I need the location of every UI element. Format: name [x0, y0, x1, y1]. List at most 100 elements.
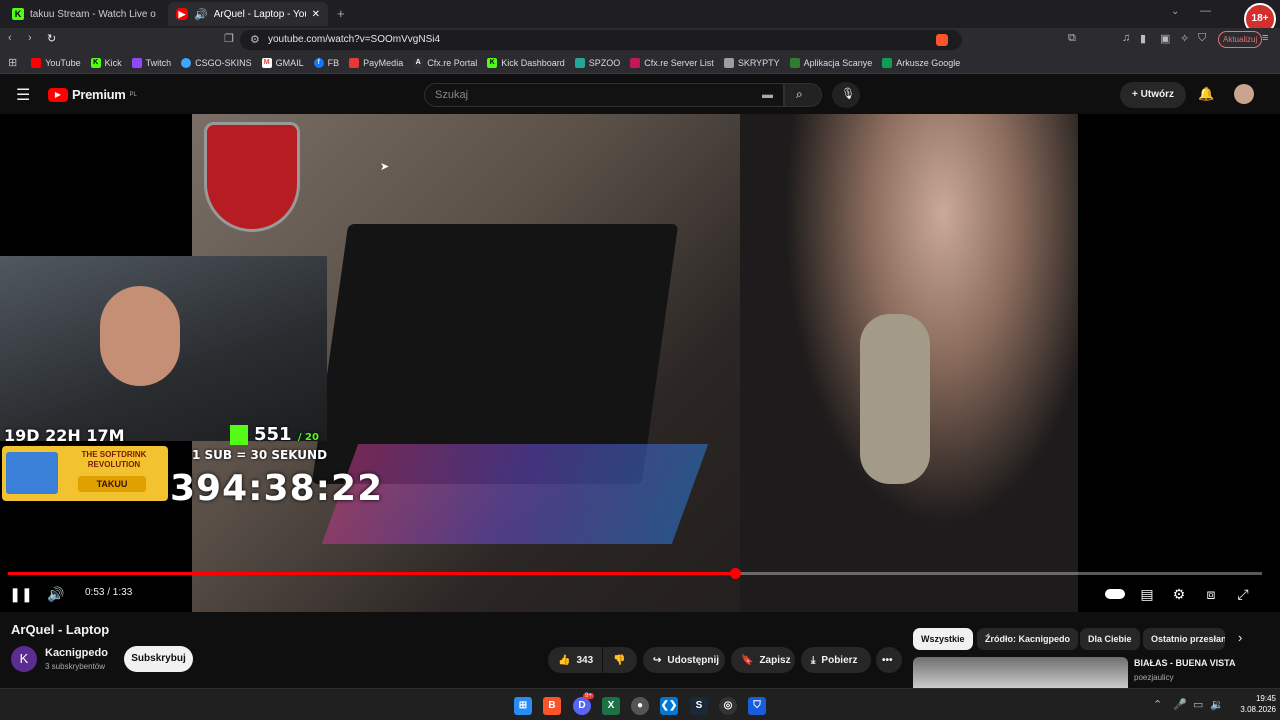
search-icon: ⌕: [796, 87, 803, 101]
chip-all[interactable]: Wszystkie: [913, 628, 973, 650]
vscode-icon[interactable]: ❮❯: [660, 697, 678, 715]
close-tab-icon[interactable]: ✕: [312, 9, 320, 20]
voice-search-button[interactable]: 🎙: [832, 82, 860, 108]
search-button[interactable]: ⌕: [784, 83, 822, 107]
tray-network-icon[interactable]: ▭: [1193, 698, 1203, 711]
download-button[interactable]: ⤓ Pobierz: [801, 647, 871, 673]
minimize-icon[interactable]: —: [1200, 5, 1211, 17]
fullscreen-button[interactable]: ⤢: [1232, 584, 1254, 604]
vpn-icon[interactable]: ⛉: [1198, 32, 1206, 45]
thumbs-down-icon: 👎: [613, 654, 626, 666]
steam-icon[interactable]: S: [690, 697, 708, 715]
scripts-icon: [723, 57, 734, 68]
extensions-icon[interactable]: ⧉: [1068, 32, 1076, 45]
bookmark-fb[interactable]: f FB: [313, 57, 339, 68]
dislike-button[interactable]: 👎: [603, 647, 637, 673]
excel-icon[interactable]: X: [602, 697, 620, 715]
tab-list-chevron-icon[interactable]: ⌄: [1171, 6, 1179, 17]
chip-for-you[interactable]: Dla Ciebie: [1080, 628, 1140, 650]
windows-start-icon[interactable]: ⊞: [514, 697, 532, 715]
like-button[interactable]: 👍 343: [548, 647, 602, 673]
miniplayer-button[interactable]: ⧈: [1200, 584, 1222, 604]
subscriber-count: 3 subskrybentów: [45, 662, 106, 671]
bookmark-cfx-server-list[interactable]: Cfx.re Server List: [630, 57, 714, 68]
bookmark-skrypty[interactable]: SKRYPTY: [723, 57, 780, 68]
apps-grid-icon[interactable]: ⊞: [8, 56, 17, 69]
search-input[interactable]: Szukaj ▬: [424, 83, 784, 107]
update-button[interactable]: Aktualizuj: [1218, 31, 1263, 48]
settings-button[interactable]: ⚙: [1168, 584, 1190, 604]
more-actions-button[interactable]: •••: [876, 647, 902, 673]
back-icon[interactable]: ‹: [8, 32, 12, 44]
tray-mic-icon[interactable]: 🎤: [1173, 698, 1187, 711]
obs-icon[interactable]: ●: [631, 697, 649, 715]
leo-ai-icon[interactable]: ✧: [1180, 32, 1189, 45]
tab-title: ArQuel - Laptop - YouTube: [213, 8, 306, 20]
brave-browser-icon[interactable]: B: [543, 697, 561, 715]
sidebar-icon[interactable]: ▮: [1140, 32, 1146, 45]
chrome-app-icon[interactable]: ◎: [719, 697, 737, 715]
recommendation-thumbnail[interactable]: [913, 657, 1128, 692]
kick-icon: K: [12, 8, 24, 20]
share-button[interactable]: ↪ Udostępnij: [643, 647, 725, 673]
bookmark-kick[interactable]: K Kick: [90, 57, 122, 68]
tab-kick[interactable]: K takuu Stream - Watch Live on Kick: [4, 2, 164, 26]
save-button[interactable]: 🔖 Zapisz: [731, 647, 795, 673]
youtube-premium-logo[interactable]: ▶ Premium PL: [48, 87, 137, 102]
wallet-icon[interactable]: ▣: [1160, 32, 1170, 45]
toggle-icon: [1105, 589, 1125, 599]
tray-overflow-icon[interactable]: ⌃: [1153, 698, 1162, 711]
chips-next-icon[interactable]: ›: [1238, 630, 1242, 645]
bookmark-cfx-portal[interactable]: A Cfx.re Portal: [413, 57, 477, 68]
bookmark-aplikacja-scanye[interactable]: Aplikacja Scanye: [789, 57, 872, 68]
channel-avatar[interactable]: K: [11, 646, 37, 672]
site-info-icon[interactable]: ⚙: [250, 30, 260, 50]
bookmark-paymedia[interactable]: PayMedia: [349, 57, 403, 68]
brave-shield-icon[interactable]: [936, 34, 948, 46]
stream-countdown-small: 19D 22H 17M: [4, 426, 125, 445]
bookmark-spzoo[interactable]: SPZOO: [574, 57, 620, 68]
recommendation-title[interactable]: BIAŁAS - BUENA VISTA: [1134, 658, 1236, 668]
forward-icon[interactable]: ›: [28, 32, 32, 44]
bitwarden-icon[interactable]: ⛉: [748, 697, 766, 715]
bookmark-csgo-skins[interactable]: CSGO-SKINS: [181, 57, 252, 68]
video-title: ArQuel - Laptop: [11, 622, 110, 637]
bookmark-gmail[interactable]: M GMAIL: [261, 57, 304, 68]
tab-youtube[interactable]: ▶ 🔊 ArQuel - Laptop - YouTube ✕: [168, 2, 328, 26]
autoplay-toggle[interactable]: [1103, 584, 1127, 604]
scanye-icon: [789, 57, 800, 68]
new-tab-button[interactable]: +: [337, 6, 345, 21]
media-icon[interactable]: ♫: [1122, 32, 1130, 44]
reload-icon[interactable]: ↻: [47, 32, 56, 45]
windows-taskbar: ⊞ B D 9+ X ● ❮❯ S ◎ ⛉ ⌃ 🎤 ▭ 🔉 19:45 3.08…: [0, 688, 1280, 720]
chip-source[interactable]: Źródło: Kacnigpedo: [977, 628, 1078, 650]
volume-icon: 🔊: [47, 585, 65, 602]
chip-recently-uploaded[interactable]: Ostatnio przesłane: [1143, 628, 1225, 650]
video-player[interactable]: ➤: [0, 114, 1280, 612]
bookmark-youtube[interactable]: YouTube: [31, 57, 81, 68]
recommendation-channel[interactable]: poezjaulicy: [1134, 673, 1174, 682]
discord-icon[interactable]: D: [573, 697, 591, 715]
bookmark-twitch[interactable]: Twitch: [131, 57, 171, 68]
user-avatar[interactable]: [1234, 84, 1254, 104]
subtitles-button[interactable]: ▤: [1136, 584, 1158, 604]
channel-name[interactable]: Kacnigpedo: [45, 647, 108, 659]
menu-icon[interactable]: ≡: [1262, 32, 1268, 44]
tray-volume-icon[interactable]: 🔉: [1210, 698, 1224, 711]
bookmark-arkusze-google[interactable]: Arkusze Google: [882, 57, 960, 68]
bookmark-icon[interactable]: ❐: [224, 32, 234, 45]
hamburger-menu-icon[interactable]: ☰: [16, 85, 30, 105]
create-button[interactable]: + Utwórz: [1120, 82, 1186, 108]
system-clock[interactable]: 19:45 3.08.2026: [1228, 693, 1276, 715]
cfx-icon: A: [413, 57, 424, 68]
notifications-bell-icon[interactable]: 🔔: [1198, 86, 1214, 102]
url-field[interactable]: ⚙ youtube.com/watch?v=SOOmVvgNSi4: [240, 30, 962, 50]
volume-button[interactable]: 🔊: [45, 584, 67, 604]
pause-button[interactable]: ❚❚: [9, 584, 32, 604]
subscribe-button[interactable]: Subskrybuj: [124, 646, 193, 672]
video-progress-bar[interactable]: [8, 568, 1262, 579]
gmail-icon: M: [261, 57, 272, 68]
cfx-icon: [630, 57, 641, 68]
bookmark-kick-dashboard[interactable]: K Kick Dashboard: [487, 57, 565, 68]
keyboard-icon[interactable]: ▬: [762, 84, 773, 106]
